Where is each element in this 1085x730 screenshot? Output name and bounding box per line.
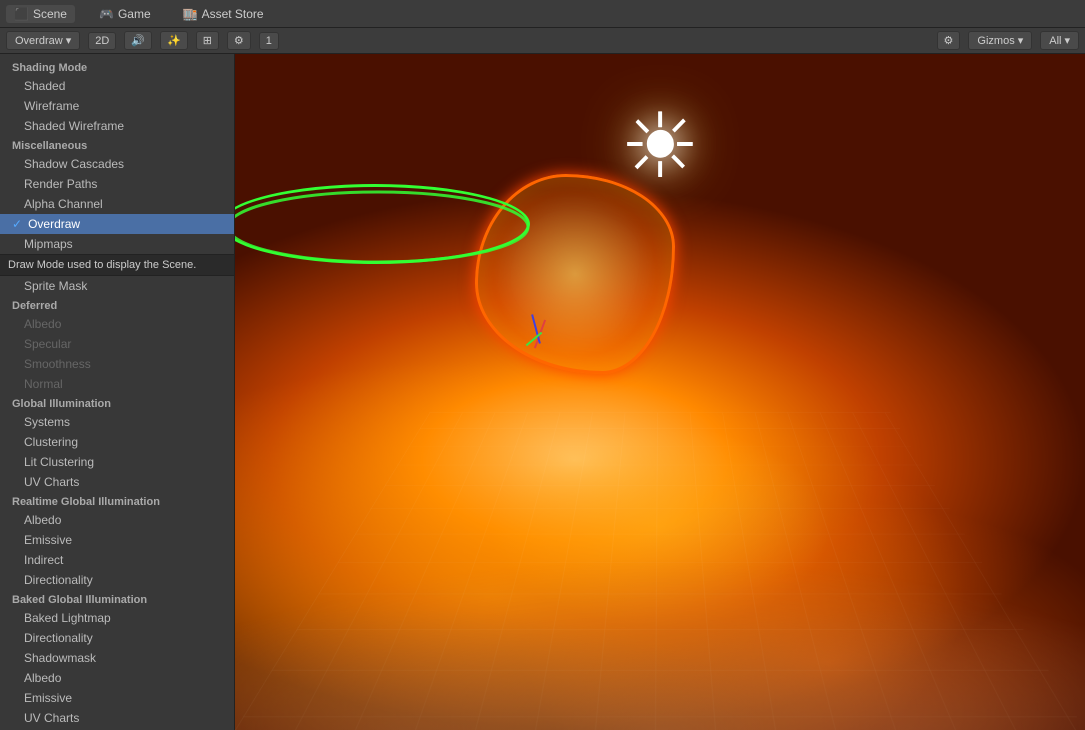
tab-scene[interactable]: ⬛ Scene bbox=[6, 5, 75, 23]
sidebar-item-albedo-deferred: Albedo bbox=[0, 314, 234, 334]
asset-store-icon: 🏬 bbox=[183, 7, 198, 21]
sidebar-item-shaded[interactable]: Shaded bbox=[0, 76, 234, 96]
scene-viewport[interactable]: ☀ bbox=[235, 54, 1085, 730]
sidebar-item-uv-charts[interactable]: UV Charts bbox=[0, 472, 234, 492]
sidebar-item-rt-indirect[interactable]: Indirect bbox=[0, 550, 234, 570]
section-deferred: Deferred bbox=[0, 296, 234, 314]
section-baked-gi: Baked Global Illumination bbox=[0, 590, 234, 608]
sun-icon: ☀ bbox=[620, 94, 701, 199]
gizmos-chevron-icon: ▾ bbox=[1018, 34, 1024, 47]
sidebar-item-baked-emissive[interactable]: Emissive bbox=[0, 688, 234, 708]
sidebar-item-wireframe[interactable]: Wireframe bbox=[0, 96, 234, 116]
dimension-label: 2D bbox=[95, 35, 109, 47]
section-realtime-gi: Realtime Global Illumination bbox=[0, 492, 234, 510]
nav-btn[interactable]: ⚙ bbox=[227, 31, 251, 50]
sidebar-item-lit-clustering[interactable]: Lit Clustering bbox=[0, 452, 234, 472]
sidebar-item-baked-directionality[interactable]: Directionality bbox=[0, 628, 234, 648]
sidebar-item-rt-emissive[interactable]: Emissive bbox=[0, 530, 234, 550]
topbar: ⬛ Scene 🎮 Game 🏬 Asset Store bbox=[0, 0, 1085, 28]
scene-icon: ⬛ bbox=[14, 7, 29, 21]
sidebar-item-rt-albedo[interactable]: Albedo bbox=[0, 510, 234, 530]
axes-gizmo bbox=[525, 314, 555, 354]
section-global-illumination: Global Illumination bbox=[0, 394, 234, 412]
section-shading-mode: Shading Mode bbox=[0, 58, 234, 76]
layers-label: All bbox=[1049, 35, 1061, 47]
tab-asset-store-label: Asset Store bbox=[202, 7, 264, 21]
sidebar-item-specular: Specular bbox=[0, 334, 234, 354]
section-miscellaneous: Miscellaneous bbox=[0, 136, 234, 154]
counter-btn[interactable]: 1 bbox=[259, 32, 279, 50]
checkmark-icon: ✓ bbox=[12, 217, 22, 231]
sidebar-item-sprite-mask[interactable]: Sprite Mask bbox=[0, 276, 234, 296]
sidebar-item-alpha-channel[interactable]: Alpha Channel bbox=[0, 194, 234, 214]
sidebar-item-baked-uv-charts[interactable]: UV Charts bbox=[0, 708, 234, 728]
layers-dropdown[interactable]: All ▾ bbox=[1040, 31, 1079, 50]
tooltip-bar: Draw Mode used to display the Scene. bbox=[0, 254, 234, 276]
sidebar-item-baked-albedo[interactable]: Albedo bbox=[0, 668, 234, 688]
sidebar-item-shaded-wireframe[interactable]: Shaded Wireframe bbox=[0, 116, 234, 136]
sidebar-item-shadow-cascades[interactable]: Shadow Cascades bbox=[0, 154, 234, 174]
tab-scene-label: Scene bbox=[33, 7, 67, 21]
gizmos-label: Gizmos bbox=[977, 35, 1014, 47]
audio-btn[interactable]: 🔊 bbox=[124, 31, 152, 50]
sidebar-item-smoothness: Smoothness bbox=[0, 354, 234, 374]
dimension-btn[interactable]: 2D bbox=[88, 32, 116, 50]
game-icon: 🎮 bbox=[99, 7, 114, 21]
gizmos-dropdown[interactable]: Gizmos ▾ bbox=[968, 31, 1032, 50]
sidebar-item-overdraw[interactable]: ✓ Overdraw bbox=[0, 214, 234, 234]
sidebar-item-clustering[interactable]: Clustering bbox=[0, 432, 234, 452]
sidebar-item-shadowmask[interactable]: Shadowmask bbox=[0, 648, 234, 668]
chevron-down-icon: ▾ bbox=[66, 34, 72, 47]
draw-mode-label: Overdraw bbox=[15, 35, 63, 47]
tab-asset-store[interactable]: 🏬 Asset Store bbox=[175, 5, 272, 23]
settings-btn[interactable]: ⚙ bbox=[937, 31, 961, 50]
sidebar-item-normal: Normal bbox=[0, 374, 234, 394]
sidebar-item-systems[interactable]: Systems bbox=[0, 412, 234, 432]
main-area: Shading Mode Shaded Wireframe Shaded Wir… bbox=[0, 54, 1085, 730]
sidebar-item-mipmaps[interactable]: Mipmaps bbox=[0, 234, 234, 254]
sidebar-item-rt-directionality[interactable]: Directionality bbox=[0, 570, 234, 590]
sidebar-item-render-paths[interactable]: Render Paths bbox=[0, 174, 234, 194]
layers-chevron-icon: ▾ bbox=[1064, 34, 1070, 47]
sidebar-item-baked-lightmap[interactable]: Baked Lightmap bbox=[0, 608, 234, 628]
sidebar-menu: Shading Mode Shaded Wireframe Shaded Wir… bbox=[0, 54, 235, 730]
grid-btn[interactable]: ⊞ bbox=[196, 31, 219, 50]
draw-mode-dropdown[interactable]: Overdraw ▾ bbox=[6, 31, 80, 50]
smoke-overlay bbox=[235, 324, 1085, 730]
tab-game-label: Game bbox=[118, 7, 151, 21]
fx-btn[interactable]: ✨ bbox=[160, 31, 188, 50]
tab-game[interactable]: 🎮 Game bbox=[91, 5, 159, 23]
secondbar: Overdraw ▾ 2D 🔊 ✨ ⊞ ⚙ 1 ⚙ Gizmos ▾ All ▾ bbox=[0, 28, 1085, 54]
